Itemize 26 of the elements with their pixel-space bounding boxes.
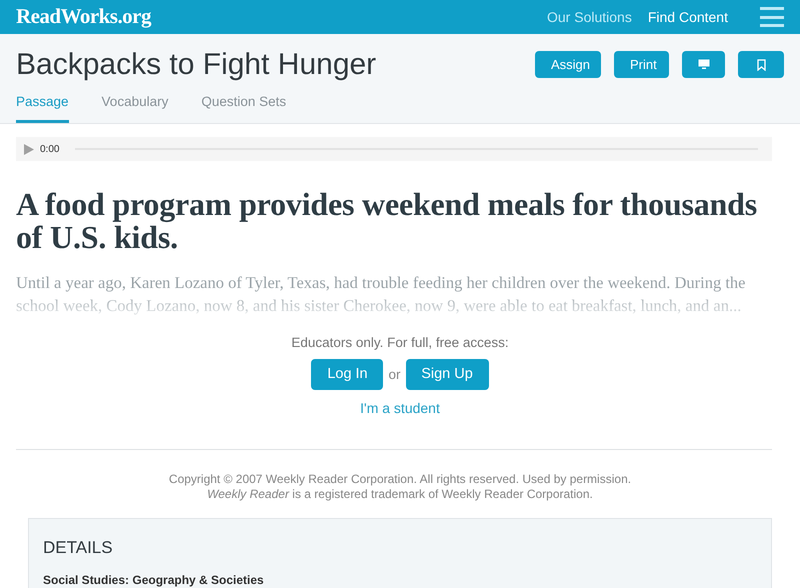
details-heading: DETAILS [43,537,114,560]
signup-button[interactable]: Sign Up [406,359,488,390]
present-button[interactable] [682,51,725,78]
student-link[interactable]: I'm a student [360,398,440,420]
subject-label: Social Studies: Geography & Societies [43,572,265,588]
copyright-text: Copyright © 2007 Weekly Reader Corporation. All rights reserved. Used by permission. [168,472,632,488]
monitor-icon [698,59,710,70]
or-label: or [387,366,402,384]
access-prompt: Educators only. For full, free access: [291,334,509,352]
login-button[interactable]: Log In [311,359,384,390]
tab[interactable]: Vocabulary [102,92,168,123]
copyright-text: Weekly Reader is a registered trademark of Weekly Reader Corporation. [207,487,593,502]
nav-link[interactable]: Our Solutions [547,6,632,28]
audio-time: 0:00 [40,142,60,156]
nav-link[interactable]: Find Content [648,6,728,28]
bookmark-button[interactable] [738,51,784,78]
tab[interactable]: Passage [16,92,69,123]
article-headline: A food program provides weekend meals for thousands of U.S. kids. [16,188,758,254]
site-logo[interactable]: ReadWorks.org [16,1,151,33]
page-title: Backpacks to Fight Hunger [16,47,376,83]
action-button[interactable]: Print [614,51,669,78]
tab[interactable]: Question Sets [201,92,286,123]
play-icon[interactable] [24,144,34,154]
action-button[interactable]: Assign [535,51,601,78]
menu-icon[interactable] [760,7,784,27]
bookmark-icon [756,58,766,70]
